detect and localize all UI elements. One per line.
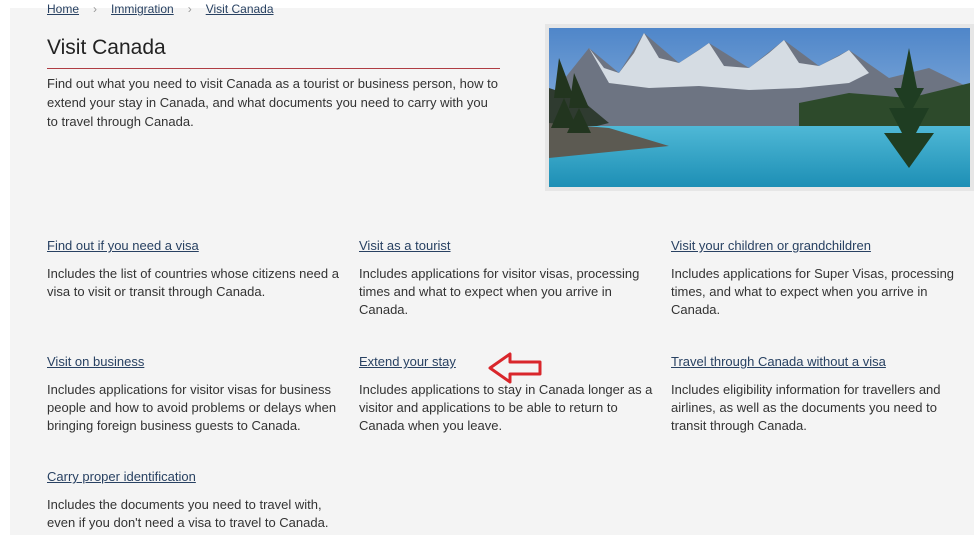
breadcrumb-item-visit-canada[interactable]: Visit Canada — [206, 2, 274, 16]
breadcrumb-item-home[interactable]: Home — [47, 2, 79, 16]
link-visit-as-a-tourist[interactable]: Visit as a tourist — [359, 237, 451, 255]
hero-image — [545, 24, 974, 191]
card-description: Includes the list of countries whose cit… — [47, 266, 339, 299]
title-divider — [47, 68, 500, 69]
card-visit-children: Visit your children or grandchildren Inc… — [671, 237, 971, 319]
card-description: Includes applications for Super Visas, p… — [671, 266, 955, 317]
link-carry-proper-identification[interactable]: Carry proper identification — [47, 468, 196, 486]
breadcrumb-separator: › — [93, 2, 98, 16]
card-description: Includes eligibility information for tra… — [671, 382, 941, 433]
card-description: Includes applications for visitor visas,… — [359, 266, 640, 317]
link-travel-through-canada-without-a-visa[interactable]: Travel through Canada without a visa — [671, 353, 886, 371]
page-title: Visit Canada — [47, 36, 166, 59]
card-travel-through-canada: Travel through Canada without a visa Inc… — [671, 353, 971, 435]
link-visit-on-business[interactable]: Visit on business — [47, 353, 144, 371]
card-visit-on-business: Visit on business Includes applications … — [47, 353, 347, 435]
breadcrumb-separator: › — [187, 2, 192, 16]
card-carry-identification: Carry proper identification Includes the… — [47, 468, 347, 532]
breadcrumb: Home › Immigration › Visit Canada — [47, 2, 274, 16]
mountain-lake-photo-icon — [549, 28, 970, 187]
breadcrumb-item-immigration[interactable]: Immigration — [111, 2, 174, 16]
card-description: Includes applications for visitor visas … — [47, 382, 337, 433]
page-intro: Find out what you need to visit Canada a… — [47, 76, 498, 129]
link-extend-your-stay[interactable]: Extend your stay — [359, 353, 456, 371]
red-outline-arrow-left-icon — [488, 352, 542, 384]
card-description: Includes the documents you need to trave… — [47, 497, 329, 530]
card-description: Includes applications to stay in Canada … — [359, 382, 653, 433]
link-visit-your-children-or-grandchildren[interactable]: Visit your children or grandchildren — [671, 237, 871, 255]
card-find-out-visa: Find out if you need a visa Includes the… — [47, 237, 347, 301]
page: Home › Immigration › Visit Canada Visit … — [10, 2, 974, 535]
link-find-out-if-you-need-a-visa[interactable]: Find out if you need a visa — [47, 237, 199, 255]
card-visit-as-tourist: Visit as a tourist Includes applications… — [359, 237, 659, 319]
